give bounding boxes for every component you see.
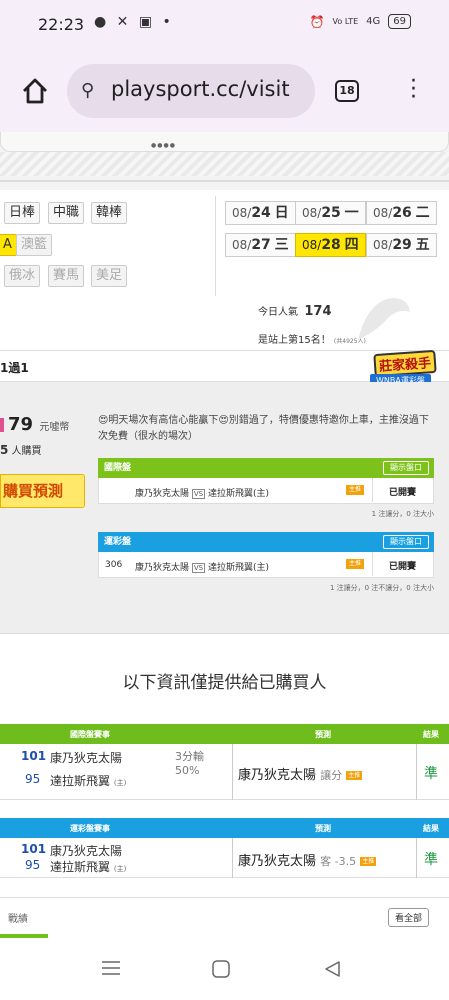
system-nav-bar [0,940,449,1000]
team-number: 101 [21,842,47,856]
table-header: 運彩盤賽事 預測 結果 [0,818,449,838]
main-pick-tag: 主推 [346,559,364,569]
team-number: 95 [25,772,41,786]
divider [372,552,373,576]
buy-prediction-button[interactable]: 購買預測 [0,474,85,508]
result-hit: 準 [424,766,438,782]
status-right-icons: ⏰ Vo LTE 4G 69 [310,14,411,29]
pager-dots: ●●●● [151,142,176,149]
url-text[interactable]: playsport.cc/visit [111,77,290,101]
category-a[interactable]: A [0,234,17,256]
match-no: 306 [105,560,123,570]
team-number: 101 [21,749,47,763]
result-hit: 準 [424,852,438,868]
recents-icon[interactable] [101,960,121,976]
site-settings-icon[interactable]: ⚲ [81,80,94,101]
price-marker [0,418,4,432]
intl-result-table: 國際盤賽事 預測 結果 101 康乃狄克太陽 95 達拉斯飛翼 (主) 3分輸 5… [0,724,449,800]
date-tab-active[interactable]: 08/28 四 [295,233,366,257]
more-menu-icon[interactable]: · · · [410,71,417,109]
buyers-only-heading: 以下資訊僅提供給已購買人 [122,673,327,693]
lottery-result-table: 運彩盤賽事 預測 結果 101 康乃狄克太陽 95 達拉斯飛翼 (主) 康乃狄克… [0,818,449,878]
prediction: 康乃狄克太陽 讓分 主推 [238,768,363,783]
status-time: 22:23 [38,15,85,34]
table-header: 國際盤賽事 預測 結果 [0,724,449,744]
battery-icon: 69 [388,14,411,29]
mascot-watermark [358,298,410,340]
match-row: 306 康乃狄克太陽 VS 達拉斯飛翼(主) 主推 已開賽 [98,552,434,578]
match-row: 康乃狄克太陽 VS 達拉斯飛翼(主) 主推 已開賽 [98,478,434,504]
category-aus-basketball[interactable]: 澳籃 [16,234,53,256]
status-bar: 22:23 ● ✕ ▣ • ⏰ Vo LTE 4G 69 [0,0,449,50]
signal-icon: 4G [366,16,381,27]
category-kbo[interactable]: 韓棒 [91,202,128,224]
record-section: 戰績 看全部 [0,897,449,939]
team-name: 康乃狄克太陽 [50,751,123,765]
buyers-count: 5 人購買 [0,443,42,457]
date-tab[interactable]: 08/27 三 [225,233,296,257]
divider [416,744,417,800]
pick-stat: 1 注讓分，0 注不讓分，0 注大小 [329,584,434,592]
team-number: 95 [25,858,41,872]
prediction: 康乃狄克太陽 客 -3.5 主推 [238,854,377,869]
category-cpbl[interactable]: 中職 [48,202,85,224]
seller-title: 1過1 [0,361,29,375]
group-header: 國際盤 顯示盤口 [98,458,434,478]
browser-toolbar: ⚲ playsport.cc/visit 18 · · · [0,50,449,132]
pick-stat: 1 注讓分，0 注大小 [371,510,434,518]
show-odds-button[interactable]: 顯示盤口 [383,461,429,475]
match-teams: 康乃狄克太陽 VS 達拉斯飛翼(主) [135,489,270,499]
team-name: 達拉斯飛翼 (主) [50,774,127,788]
divider [232,744,233,800]
banner-pattern [0,152,449,176]
notification-icons: ● ✕ ▣ • [94,14,174,30]
divider [372,478,373,502]
odds: 3分輸 50% [175,750,204,777]
view-all-button[interactable]: 看全部 [388,908,430,927]
banner-strip: ●●●● [0,132,449,190]
category-us-football[interactable]: 美足 [91,265,128,287]
table-row: 101 康乃狄克太陽 95 達拉斯飛翼 (主) 康乃狄克太陽 客 -3.5 主推… [0,838,449,878]
record-tab-indicator [0,934,48,938]
date-tab[interactable]: 08/25 一 [295,201,366,225]
category-jpn-baseball[interactable]: 日棒 [4,202,41,224]
home-nav-icon[interactable] [212,960,230,978]
main-pick-tag: 主推 [346,485,364,495]
divider [215,196,216,296]
back-icon[interactable] [323,960,341,978]
team-name: 康乃狄克太陽 [50,844,123,858]
date-tab[interactable]: 08/24 日 [225,201,296,225]
team-name: 達拉斯飛翼 (主) [50,860,127,874]
banner-handle[interactable]: ●●●● [0,132,449,152]
date-tab[interactable]: 08/29 五 [366,233,437,257]
seller-notice: 😍明天場次有高信心能贏下😍別錯過了，特價優惠特邀你上車，主推沒過下次免費（很水的… [98,415,429,442]
date-tab[interactable]: 08/26 二 [366,201,437,225]
game-state: 已開賽 [389,488,417,498]
price: 79 元噓幣 [0,414,69,435]
game-state: 已開賽 [389,562,417,572]
alarm-icon: ⏰ [309,14,325,29]
intl-odds-group: 國際盤 顯示盤口 康乃狄克太陽 VS 達拉斯飛翼(主) 主推 已開賽 1 注讓分，… [98,458,434,519]
sports-lottery-group: 運彩盤 顯示盤口 306 康乃狄克太陽 VS 達拉斯飛翼(主) 主推 已開賽 1 … [98,532,434,593]
show-odds-button[interactable]: 顯示盤口 [383,535,429,549]
record-label: 戰績 [8,914,28,925]
address-bar[interactable]: ⚲ playsport.cc/visit [67,64,315,118]
divider [416,838,417,878]
category-horse-racing[interactable]: 賽馬 [48,265,85,287]
tab-switcher-button[interactable]: 18 [335,80,359,102]
volte-icon: Vo LTE [332,17,359,26]
group-header: 運彩盤 顯示盤口 [98,532,434,552]
category-rus-hockey[interactable]: 俄冰 [4,265,41,287]
divider [0,180,449,182]
divider [232,838,233,878]
home-icon[interactable] [20,76,50,106]
table-row: 101 康乃狄克太陽 95 達拉斯飛翼 (主) 3分輸 50% 康乃狄克太陽 讓分… [0,744,449,800]
match-teams: 康乃狄克太陽 VS 達拉斯飛翼(主) [135,563,270,573]
popularity: 今日人氣 174 [258,304,332,319]
